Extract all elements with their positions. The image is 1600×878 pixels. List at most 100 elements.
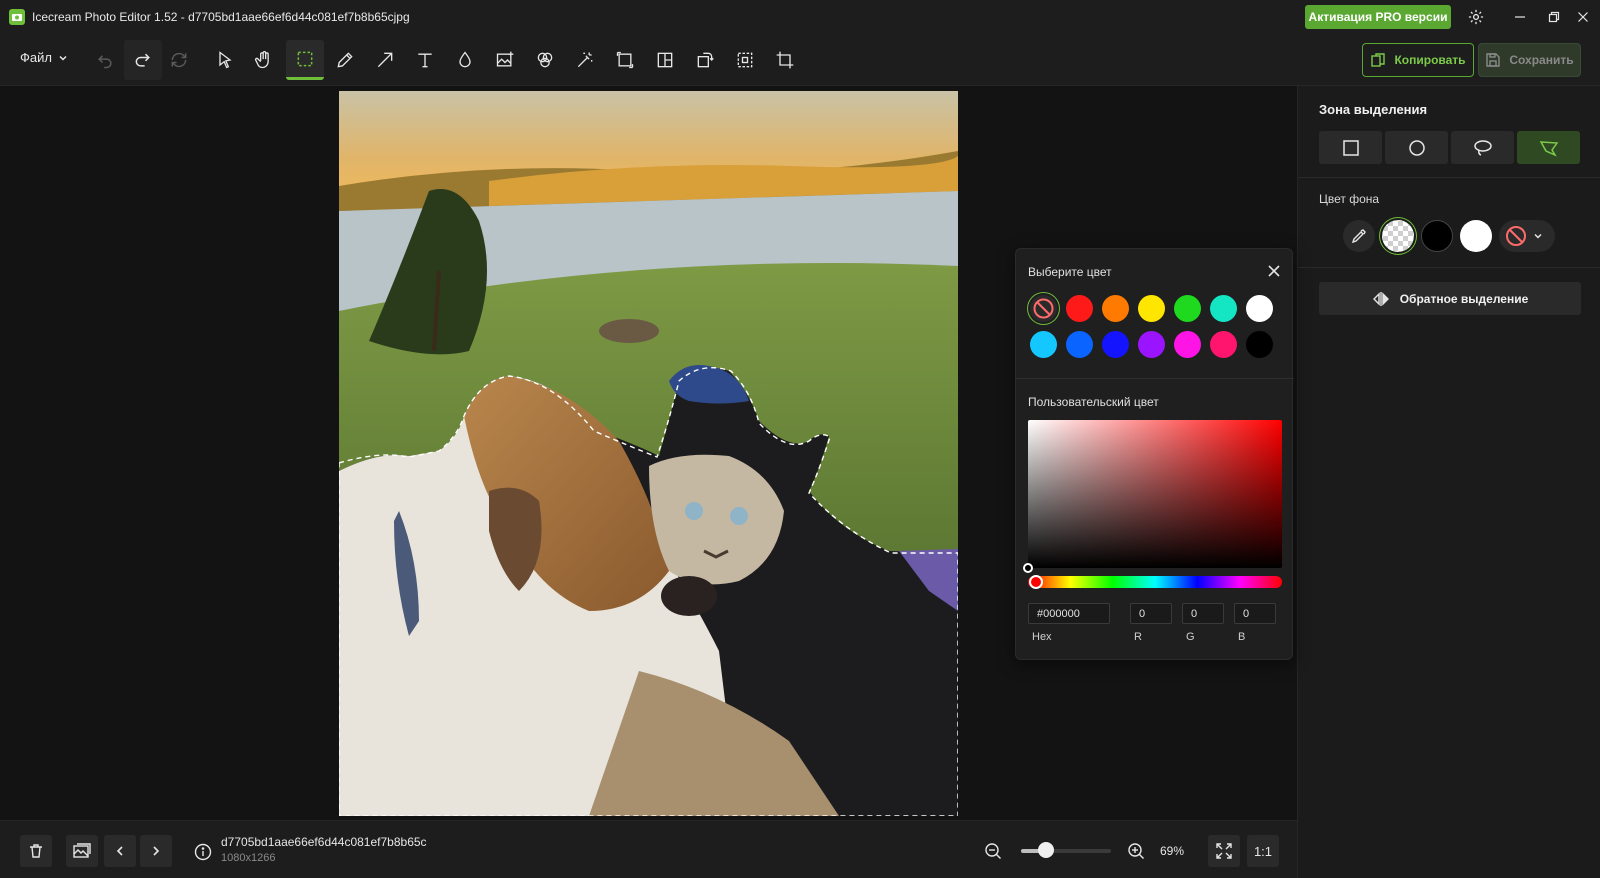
rect-selection-button[interactable] xyxy=(1319,131,1382,164)
rotate-icon xyxy=(697,52,714,68)
gallery-button[interactable] xyxy=(66,835,98,867)
gallery-icon xyxy=(73,843,91,858)
insert-image-tool[interactable] xyxy=(486,40,524,80)
color-swatch[interactable] xyxy=(1174,331,1201,358)
text-tool[interactable] xyxy=(406,40,444,80)
color-swatch[interactable] xyxy=(1030,331,1057,358)
text-icon xyxy=(418,53,432,68)
hand-icon xyxy=(254,51,269,69)
invert-icon xyxy=(1372,291,1389,306)
zoom-in-icon[interactable] xyxy=(1127,842,1145,865)
color-swatch[interactable] xyxy=(1066,331,1093,358)
circle-icon xyxy=(1408,139,1425,156)
color-swatch[interactable] xyxy=(1246,331,1273,358)
zoom-slider[interactable] xyxy=(1021,849,1111,853)
settings-icon[interactable] xyxy=(1459,0,1493,34)
close-icon[interactable] xyxy=(1266,263,1282,279)
file-name: d7705bd1aae66ef6d44c081ef7b8b65c xyxy=(221,835,427,849)
color-swatch[interactable] xyxy=(1246,295,1273,322)
previous-button[interactable] xyxy=(104,835,136,867)
blue-input[interactable] xyxy=(1234,603,1276,624)
crop-tool[interactable] xyxy=(766,40,804,80)
magic-wand-tool[interactable] xyxy=(566,40,604,80)
eyedropper-icon xyxy=(1351,229,1366,244)
crop-icon xyxy=(776,51,794,69)
green-input[interactable] xyxy=(1182,603,1224,624)
lasso-icon xyxy=(1473,139,1492,156)
drop-icon xyxy=(459,51,471,68)
black-swatch[interactable] xyxy=(1421,220,1453,252)
color-swatch[interactable] xyxy=(1174,295,1201,322)
no-color-icon xyxy=(1506,226,1526,246)
color-swatch[interactable] xyxy=(1138,295,1165,322)
photo-canvas[interactable] xyxy=(339,91,958,816)
layout-tool[interactable] xyxy=(646,40,684,80)
close-window-icon[interactable] xyxy=(1566,0,1600,34)
hex-input[interactable] xyxy=(1028,603,1110,624)
effects-tool[interactable] xyxy=(526,40,564,80)
zoom-knob[interactable] xyxy=(1038,842,1055,858)
sv-handle[interactable] xyxy=(1023,563,1033,573)
invert-selection-label: Обратное выделение xyxy=(1399,291,1529,306)
copy-icon xyxy=(1371,53,1386,67)
reset-icon xyxy=(171,52,187,68)
ellipse-selection-button[interactable] xyxy=(1385,131,1448,164)
undo-button[interactable] xyxy=(86,40,124,80)
custom-color-dropdown[interactable] xyxy=(1499,220,1555,252)
blur-tool[interactable] xyxy=(446,40,484,80)
select-tool[interactable] xyxy=(206,40,244,80)
trash-icon xyxy=(30,844,42,858)
lasso-selection-button[interactable] xyxy=(1451,131,1514,164)
zoom-value: 69% xyxy=(1160,844,1185,858)
file-menu[interactable]: Файл xyxy=(20,50,68,65)
redo-button[interactable] xyxy=(124,40,162,80)
crop-frame-tool[interactable] xyxy=(726,40,764,80)
color-swatch[interactable] xyxy=(1210,331,1237,358)
pencil-icon xyxy=(337,52,353,68)
transparent-swatch[interactable] xyxy=(1382,220,1414,252)
save-icon xyxy=(1486,53,1501,67)
color-picker-popup: Выберите цвет Пользовательский цвет Hex … xyxy=(1015,248,1294,660)
toolbar: Файл xyxy=(0,34,1600,86)
polygon-selection-button[interactable] xyxy=(1517,131,1580,164)
next-button[interactable] xyxy=(140,835,172,867)
invert-selection-button[interactable]: Обратное выделение xyxy=(1319,282,1581,315)
minimize-icon[interactable] xyxy=(1503,0,1537,34)
delete-button[interactable] xyxy=(20,835,52,867)
color-swatch[interactable] xyxy=(1102,331,1129,358)
rotate-tool[interactable] xyxy=(686,40,724,80)
selection-tool[interactable] xyxy=(286,40,324,80)
background-color-label: Цвет фона xyxy=(1319,192,1380,206)
resize-tool[interactable] xyxy=(606,40,644,80)
arrow-tool[interactable] xyxy=(366,40,404,80)
eyedropper-button[interactable] xyxy=(1343,220,1375,252)
color-swatch[interactable] xyxy=(1138,331,1165,358)
file-menu-label: Файл xyxy=(20,50,52,65)
hue-handle[interactable] xyxy=(1029,575,1043,589)
hand-tool[interactable] xyxy=(245,40,283,80)
color-swatch[interactable] xyxy=(1210,295,1237,322)
fit-screen-button[interactable] xyxy=(1208,835,1240,867)
red-input[interactable] xyxy=(1130,603,1172,624)
saturation-value-area[interactable] xyxy=(1028,420,1282,568)
pro-activation-button[interactable]: Активация PRO версии xyxy=(1305,5,1451,29)
reset-button[interactable] xyxy=(160,40,198,80)
no-color-icon xyxy=(1033,298,1054,319)
pencil-tool[interactable] xyxy=(326,40,364,80)
actual-size-button[interactable]: 1:1 xyxy=(1247,835,1279,867)
selection-zone-title: Зона выделения xyxy=(1319,102,1428,117)
undo-icon xyxy=(98,55,112,69)
save-label: Сохранить xyxy=(1509,53,1574,67)
white-swatch[interactable] xyxy=(1460,220,1492,252)
info-icon[interactable] xyxy=(194,843,212,866)
no-color-swatch[interactable] xyxy=(1030,295,1057,322)
hue-slider[interactable] xyxy=(1028,576,1282,588)
image-icon xyxy=(496,51,514,67)
file-dimensions: 1080x1266 xyxy=(221,852,276,864)
color-swatch[interactable] xyxy=(1066,295,1093,322)
bottom-bar: d7705bd1aae66ef6d44c081ef7b8b65c 1080x12… xyxy=(0,820,1297,878)
zoom-out-icon[interactable] xyxy=(984,842,1002,865)
save-button[interactable]: Сохранить xyxy=(1478,43,1581,77)
copy-button[interactable]: Копировать xyxy=(1362,43,1474,77)
color-swatch[interactable] xyxy=(1102,295,1129,322)
